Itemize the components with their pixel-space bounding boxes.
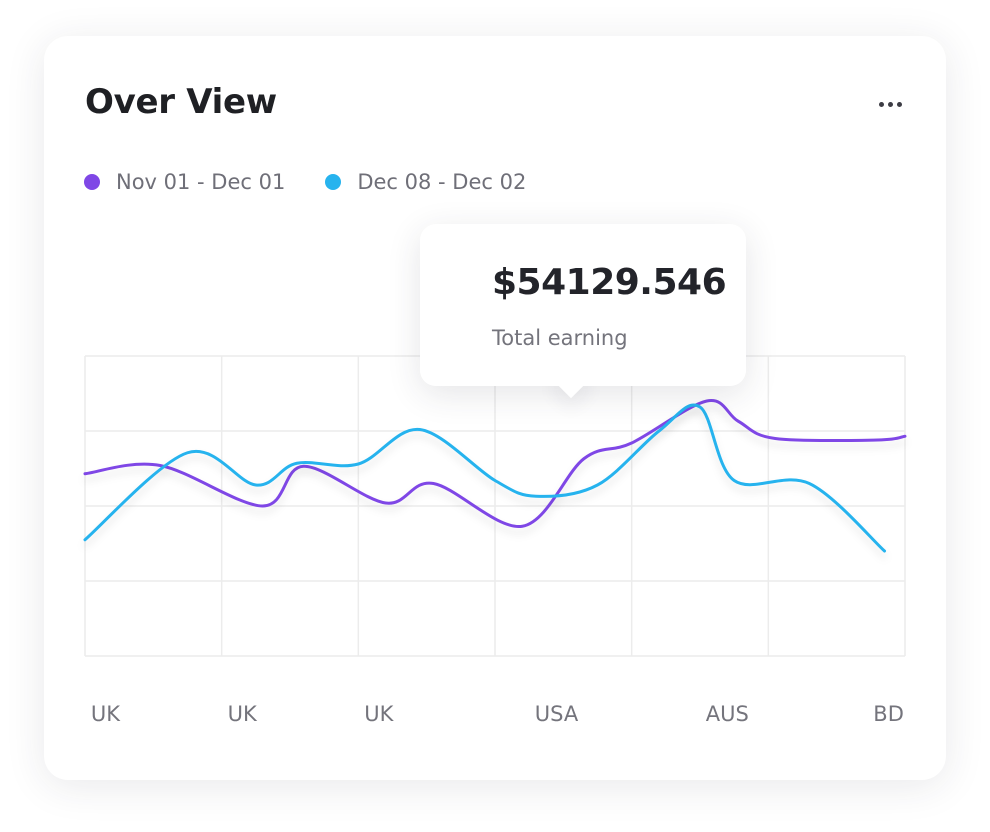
chart-grid (84, 355, 906, 657)
line-chart (83, 355, 907, 657)
x-tick-label: USA (534, 702, 579, 726)
x-tick-label: UK (90, 702, 121, 726)
series-line-2[interactable] (83, 403, 886, 553)
x-tick-label: UK (364, 702, 394, 726)
x-tick-label: UK (227, 702, 257, 726)
x-tick-label: AUS (705, 702, 749, 726)
tooltip-value: $54129.546 (492, 262, 727, 303)
overview-card: Over View Nov 01 - Dec 01 Dec 08 - Dec 0… (44, 36, 946, 780)
tooltip-label: Total earning (492, 326, 628, 350)
x-tick-label: BD (873, 702, 904, 726)
tooltip-pointer-mask (420, 356, 746, 386)
